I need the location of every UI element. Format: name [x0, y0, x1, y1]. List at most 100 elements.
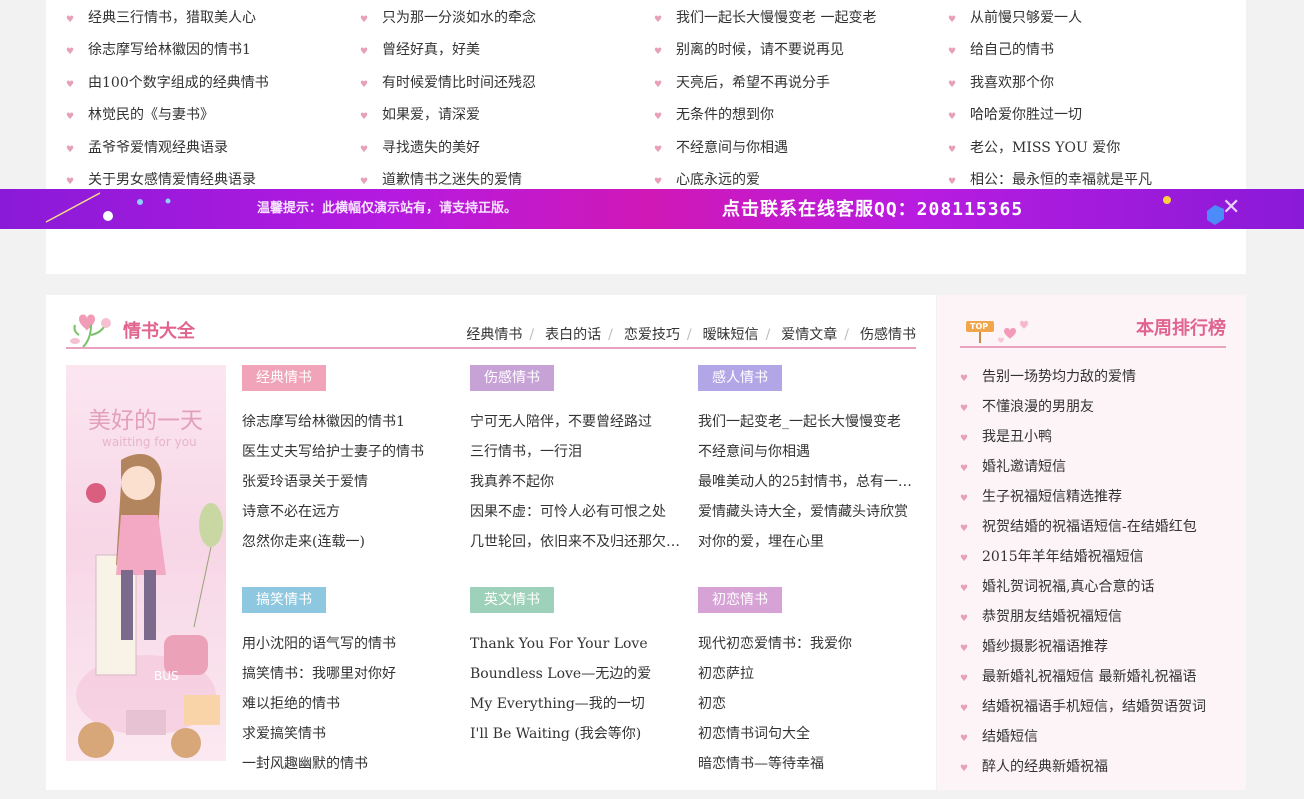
category-label-button[interactable]: 英文情书	[470, 587, 554, 613]
top-link-item[interactable]: ♥ 林觉民的《与妻书》	[66, 99, 214, 131]
top-link-text[interactable]: 道歉情书之迷失的爱情	[382, 172, 522, 188]
top-link-item[interactable]: ♥ 老公，MISS YOU 爱你	[948, 132, 1120, 164]
top-link-item[interactable]: ♥ 我喜欢那个你	[948, 67, 1054, 99]
ranking-link-text[interactable]: 我是丑小鸭	[982, 429, 1052, 445]
ranking-item[interactable]: ♥ 婚纱摄影祝福语推荐	[960, 632, 1108, 662]
ranking-item[interactable]: ♥ 婚礼贺词祝福,真心合意的话	[960, 572, 1154, 602]
category-article-link[interactable]: 我们一起变老_一起长大慢慢变老	[698, 407, 913, 437]
top-link-text[interactable]: 曾经好真，好美	[382, 42, 480, 58]
top-link-text[interactable]: 不经意间与你相遇	[676, 140, 788, 156]
promo-illustration[interactable]: 美好的一天 waitting for you BUS	[66, 365, 226, 761]
top-link-text[interactable]: 给自己的情书	[970, 42, 1054, 58]
top-link-text[interactable]: 相公：最永恒的幸福就是平凡	[970, 172, 1152, 188]
close-icon[interactable]: ✕	[1222, 197, 1246, 221]
ranking-link-text[interactable]: 结婚短信	[982, 729, 1038, 745]
top-link-text[interactable]: 无条件的想到你	[676, 107, 774, 123]
category-article-link[interactable]: 现代初恋爱情书：我爱你	[698, 629, 913, 659]
top-link-item[interactable]: ♥ 由100个数字组成的经典情书	[66, 67, 269, 99]
top-link-text[interactable]: 我们一起长大慢慢变老 一起变老	[676, 10, 876, 26]
ranking-link-text[interactable]: 结婚祝福语手机短信，结婚贺语贺词	[982, 699, 1206, 715]
top-link-text[interactable]: 徐志摩写给林徽因的情书1	[88, 42, 251, 58]
top-link-item[interactable]: ♥ 如果爱，请深爱	[360, 99, 480, 131]
category-article-link[interactable]: 初恋	[698, 689, 913, 719]
ranking-item[interactable]: ♥ 醉人的经典新婚祝福	[960, 752, 1108, 782]
category-article-link[interactable]: 求爱搞笑情书	[242, 719, 457, 749]
ranking-link-text[interactable]: 最新婚礼祝福短信 最新婚礼祝福语	[982, 669, 1196, 685]
ranking-link-text[interactable]: 告别一场势均力敌的爱情	[982, 369, 1136, 385]
top-link-item[interactable]: ♥ 经典三行情书，猎取美人心	[66, 2, 256, 34]
ranking-item[interactable]: ♥ 生子祝福短信精选推荐	[960, 482, 1122, 512]
top-link-item[interactable]: ♥ 孟爷爷爱情观经典语录	[66, 132, 228, 164]
top-link-item[interactable]: ♥ 曾经好真，好美	[360, 34, 480, 66]
section-nav-link[interactable]: 表白的话	[545, 327, 601, 343]
category-article-link[interactable]: 宁可无人陪伴，不要曾经路过	[470, 407, 685, 437]
top-link-item[interactable]: ♥ 从前慢只够爱一人	[948, 2, 1082, 34]
category-article-link[interactable]: 对你的爱，埋在心里	[698, 527, 913, 557]
category-label-button[interactable]: 搞笑情书	[242, 587, 326, 613]
top-link-item[interactable]: ♥ 我们一起长大慢慢变老 一起变老	[654, 2, 876, 34]
category-article-link[interactable]: 一封风趣幽默的情书	[242, 749, 457, 779]
top-link-text[interactable]: 从前慢只够爱一人	[970, 10, 1082, 26]
top-link-text[interactable]: 只为那一分淡如水的牵念	[382, 10, 536, 26]
category-article-link[interactable]: 最唯美动人的25封情书，总有一封打动你	[698, 467, 913, 497]
ranking-link-text[interactable]: 恭贺朋友结婚祝福短信	[982, 609, 1122, 625]
ranking-item[interactable]: ♥ 不懂浪漫的男朋友	[960, 392, 1094, 422]
top-link-text[interactable]: 老公，MISS YOU 爱你	[970, 140, 1120, 156]
category-article-link[interactable]: 暗恋情书—等待幸福	[698, 749, 913, 779]
category-article-link[interactable]: 爱情藏头诗大全，爱情藏头诗欣赏	[698, 497, 913, 527]
section-nav-link[interactable]: 伤感情书	[860, 327, 916, 343]
top-link-text[interactable]: 天亮后，希望不再说分手	[676, 75, 830, 91]
top-link-text[interactable]: 寻找遗失的美好	[382, 140, 480, 156]
ranking-link-text[interactable]: 婚礼贺词祝福,真心合意的话	[982, 579, 1154, 595]
category-article-link[interactable]: 用小沈阳的语气写的情书	[242, 629, 457, 659]
top-link-item[interactable]: ♥ 不经意间与你相遇	[654, 132, 788, 164]
top-link-item[interactable]: ♥ 无条件的想到你	[654, 99, 774, 131]
top-link-item[interactable]: ♥ 给自己的情书	[948, 34, 1054, 66]
ranking-item[interactable]: ♥ 祝贺结婚的祝福语短信-在结婚红包	[960, 512, 1197, 542]
category-article-link[interactable]: 搞笑情书：我哪里对你好	[242, 659, 457, 689]
category-article-link[interactable]: 诗意不必在远方	[242, 497, 457, 527]
category-article-link[interactable]: 三行情书，一行泪	[470, 437, 685, 467]
top-link-text[interactable]: 别离的时候，请不要说再见	[676, 42, 844, 58]
category-article-link[interactable]: 因果不虚：可怜人必有可恨之处	[470, 497, 685, 527]
top-link-text[interactable]: 我喜欢那个你	[970, 75, 1054, 91]
category-label-button[interactable]: 伤感情书	[470, 365, 554, 391]
category-article-link[interactable]: Thank You For Your Love	[470, 629, 685, 659]
top-link-text[interactable]: 关于男女感情爱情经典语录	[88, 172, 256, 188]
ranking-item[interactable]: ♥ 恭贺朋友结婚祝福短信	[960, 602, 1122, 632]
category-article-link[interactable]: I'll Be Waiting (我会等你)	[470, 719, 685, 749]
category-article-link[interactable]: 我真养不起你	[470, 467, 685, 497]
top-link-text[interactable]: 由100个数字组成的经典情书	[88, 75, 269, 91]
category-label-button[interactable]: 感人情书	[698, 365, 782, 391]
category-article-link[interactable]: 初恋情书词句大全	[698, 719, 913, 749]
category-article-link[interactable]: 张爱玲语录关于爱情	[242, 467, 457, 497]
ranking-item[interactable]: ♥ 最新婚礼祝福短信 最新婚礼祝福语	[960, 662, 1196, 692]
ranking-link-text[interactable]: 婚纱摄影祝福语推荐	[982, 639, 1108, 655]
ranking-item[interactable]: ♥ 结婚短信	[960, 722, 1038, 752]
section-nav-link[interactable]: 暧昧短信	[703, 327, 759, 343]
category-article-link[interactable]: 不经意间与你相遇	[698, 437, 913, 467]
category-article-link[interactable]: 难以拒绝的情书	[242, 689, 457, 719]
ranking-item[interactable]: ♥ 2015年羊年结婚祝福短信	[960, 542, 1144, 572]
category-article-link[interactable]: 几世轮回，依旧来不及归还那欠下的情	[470, 527, 685, 557]
category-article-link[interactable]: 徐志摩写给林徽因的情书1	[242, 407, 457, 437]
top-link-text[interactable]: 林觉民的《与妻书》	[88, 107, 214, 123]
top-link-item[interactable]: ♥ 徐志摩写给林徽因的情书1	[66, 34, 251, 66]
category-label-button[interactable]: 初恋情书	[698, 587, 782, 613]
top-link-text[interactable]: 哈哈爱你胜过一切	[970, 107, 1082, 123]
category-article-link[interactable]: My Everything—我的一切	[470, 689, 685, 719]
top-link-item[interactable]: ♥ 只为那一分淡如水的牵念	[360, 2, 536, 34]
ranking-item[interactable]: ♥ 婚礼邀请短信	[960, 452, 1066, 482]
category-label-button[interactable]: 经典情书	[242, 365, 326, 391]
top-link-text[interactable]: 心底永远的爱	[676, 172, 760, 188]
ranking-link-text[interactable]: 不懂浪漫的男朋友	[982, 399, 1094, 415]
banner-contact-link[interactable]: 点击联系在线客服QQ：208115365	[722, 189, 1023, 229]
ranking-link-text[interactable]: 婚礼邀请短信	[982, 459, 1066, 475]
promo-banner[interactable]: 温馨提示：此横幅仅演示站有，请支持正版。 点击联系在线客服QQ：20811536…	[0, 189, 1304, 229]
section-nav-link[interactable]: 经典情书	[466, 327, 522, 343]
top-link-item[interactable]: ♥ 天亮后，希望不再说分手	[654, 67, 830, 99]
ranking-item[interactable]: ♥ 结婚祝福语手机短信，结婚贺语贺词	[960, 692, 1206, 722]
top-link-item[interactable]: ♥ 别离的时候，请不要说再见	[654, 34, 844, 66]
category-article-link[interactable]: Boundless Love—无边的爱	[470, 659, 685, 689]
ranking-item[interactable]: ♥ 我是丑小鸭	[960, 422, 1052, 452]
